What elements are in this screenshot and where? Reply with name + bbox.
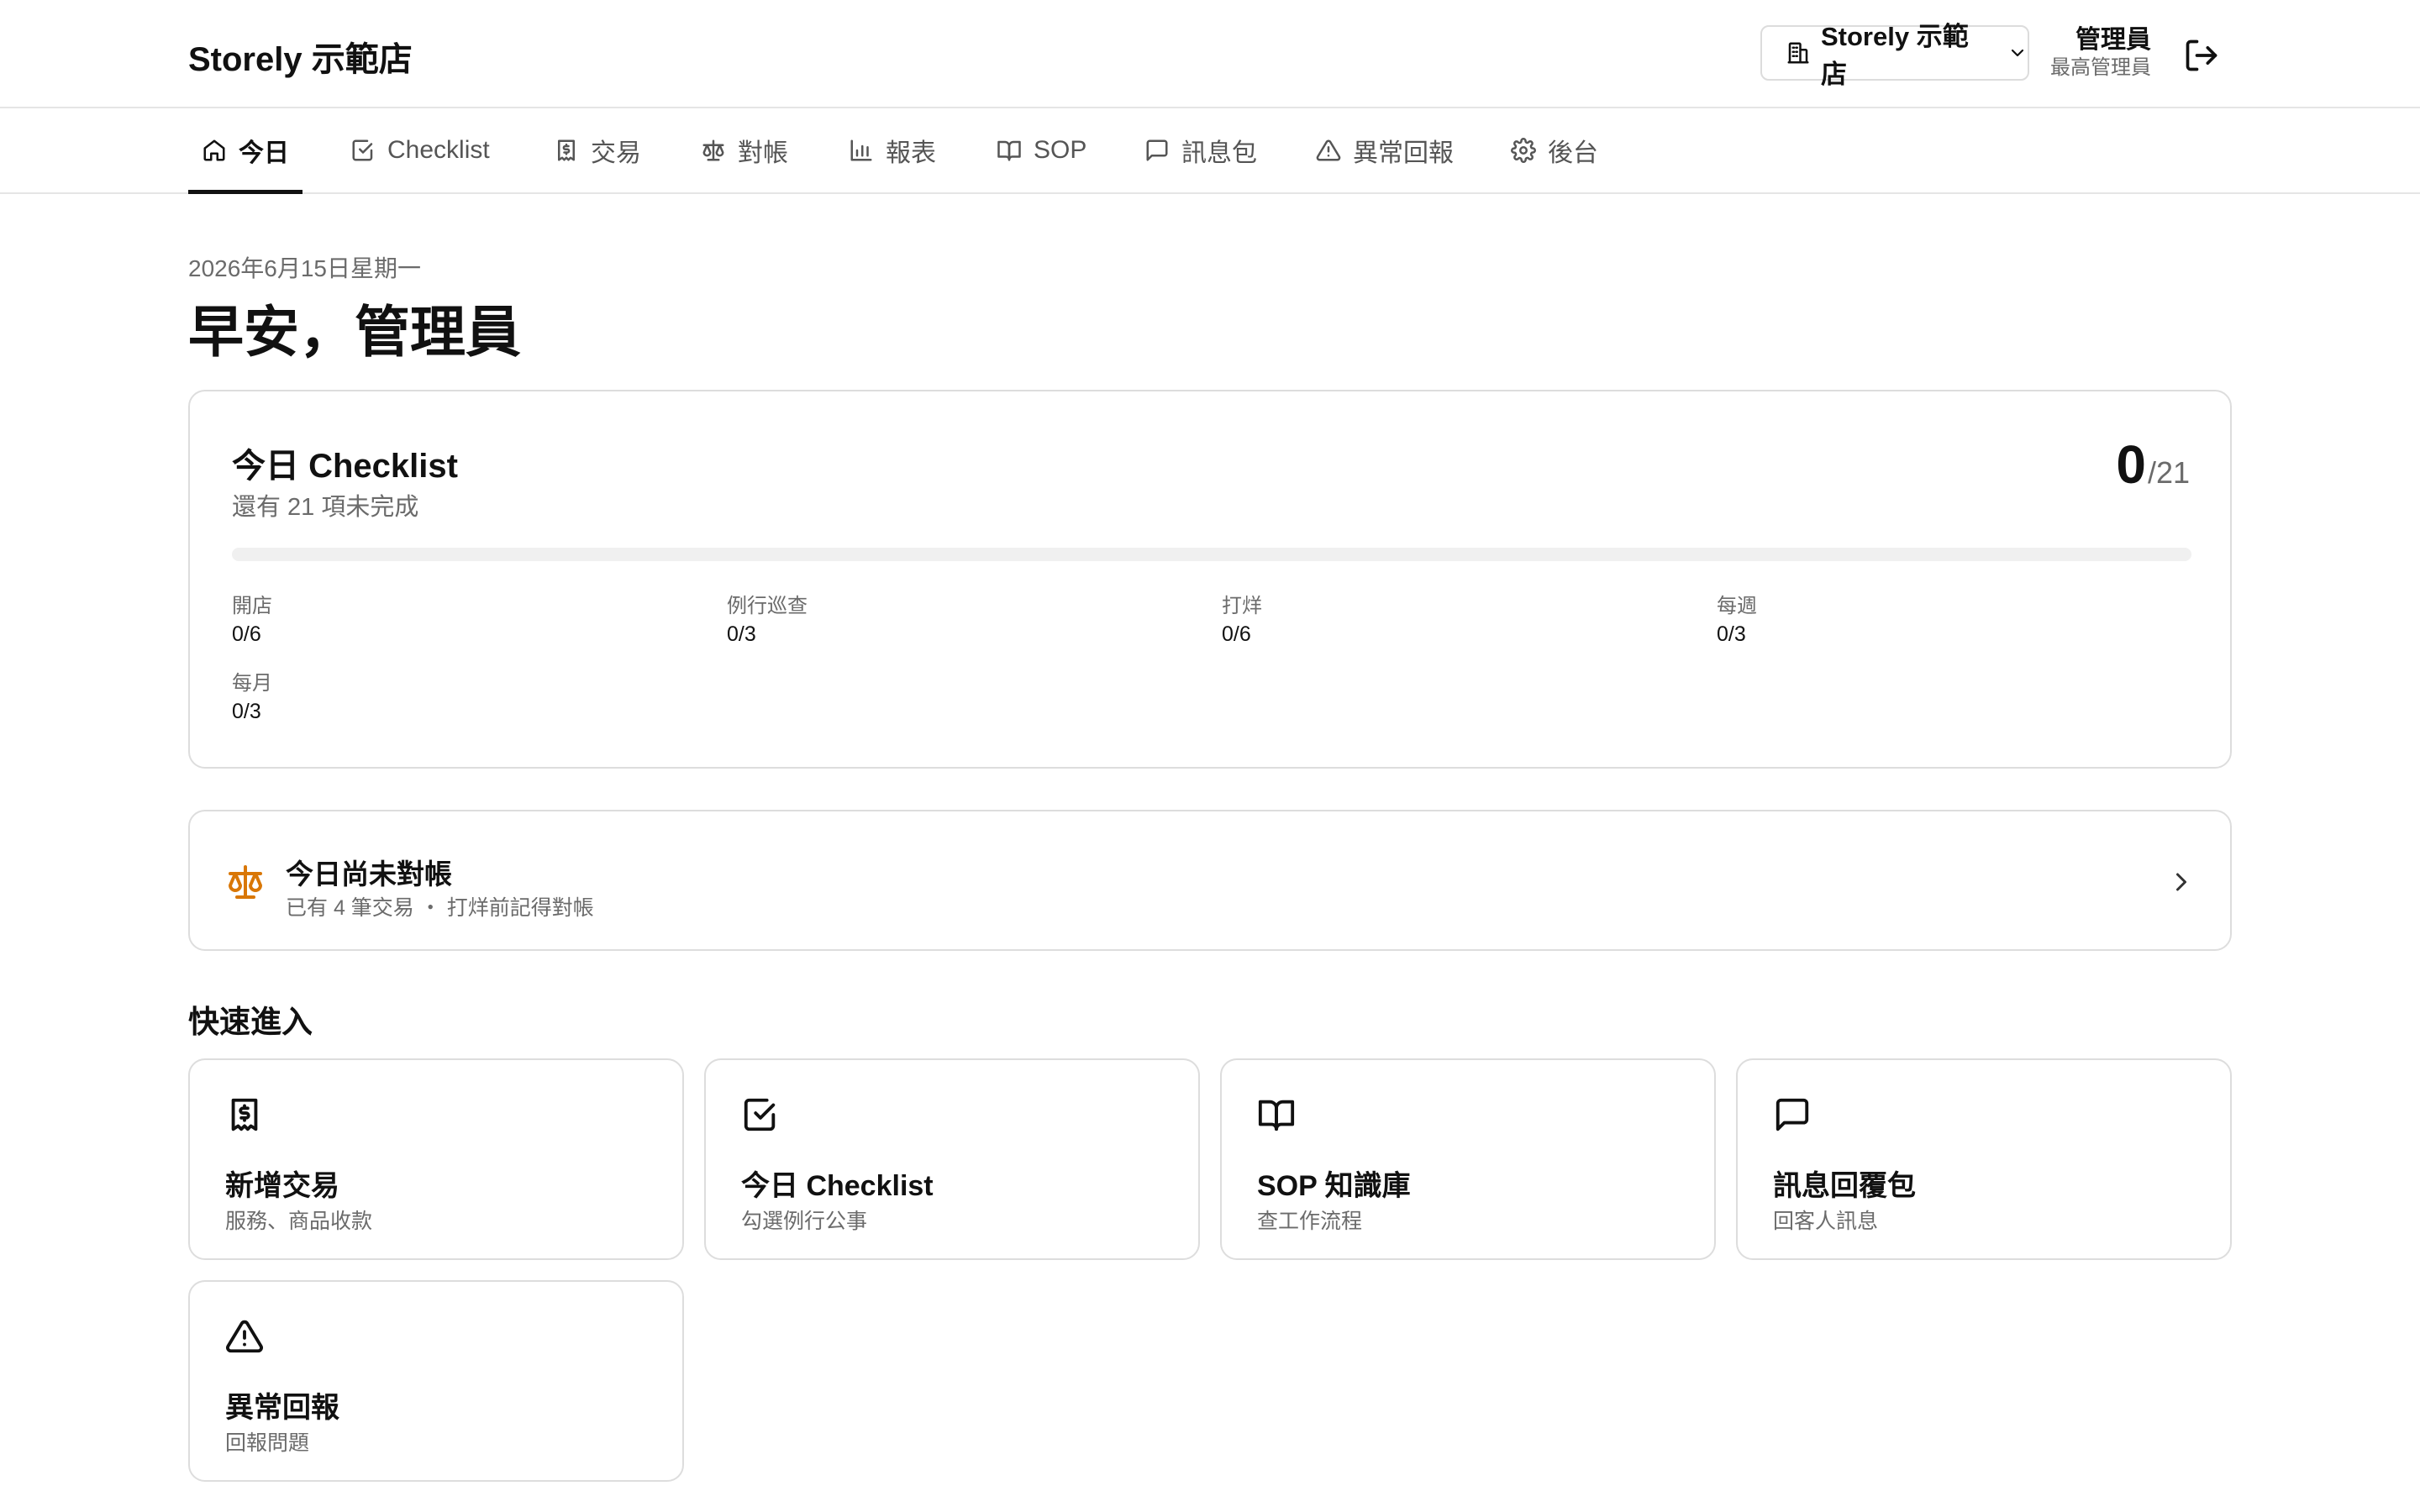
- quick-item-title: 今日 Checklist: [741, 1170, 934, 1202]
- quick-item-subtitle: 回報問題: [225, 1431, 310, 1455]
- store-selector[interactable]: Storely 示範店: [1760, 22, 2029, 89]
- current-date: 2026年6月15日星期一: [188, 255, 422, 281]
- tab-checklist[interactable]: Checklist: [337, 108, 503, 192]
- checklist-done-count: 0: [2116, 434, 2146, 495]
- chevron-right-icon: [2166, 867, 2196, 897]
- gear-icon: [1511, 138, 1536, 163]
- stat-value: 0/6: [1222, 622, 1251, 646]
- tab-label: 今日: [239, 139, 289, 167]
- quick-item-title: 新增交易: [225, 1170, 339, 1202]
- reconciliation-subtitle: 已有 4 筆交易 ・ 打烊前記得對帳: [286, 896, 594, 920]
- quick-item-title: 異常回報: [225, 1392, 339, 1424]
- book-icon: [997, 140, 1021, 161]
- tab-reconciliation[interactable]: 對帳: [687, 108, 802, 192]
- main-nav-tabs: 今日 Checklist 交易 對帳 報表 SOP 訊息包 異常回報 後台: [0, 108, 2420, 194]
- chevron-down-icon: [2007, 43, 2028, 63]
- checkbox-icon: [741, 1095, 780, 1134]
- checklist-title: 今日 Checklist: [232, 448, 458, 485]
- warning-icon: [1316, 139, 1341, 161]
- stat-value: 0/3: [727, 622, 756, 646]
- receipt-icon: [225, 1095, 264, 1134]
- warning-icon: [225, 1317, 264, 1356]
- quick-item-subtitle: 查工作流程: [1257, 1210, 1363, 1233]
- checklist-subtitle: 還有 21 項未完成: [232, 494, 419, 521]
- tab-label: Checklist: [387, 136, 490, 164]
- stat-value: 0/6: [232, 622, 261, 646]
- book-icon: [1257, 1095, 1296, 1134]
- checkbox-icon: [352, 139, 373, 161]
- quick-sop-library[interactable]: SOP 知識庫 查工作流程: [1220, 1058, 1716, 1260]
- bar-chart-icon: [850, 139, 872, 161]
- quick-item-subtitle: 回客人訊息: [1773, 1210, 1879, 1233]
- stat-value: 0/3: [232, 700, 261, 723]
- top-header: Storely 示範店 Storely 示範店 管理員 最高管理員: [0, 0, 2420, 108]
- message-icon: [1146, 139, 1168, 161]
- checklist-stat-monthly[interactable]: 每月 0/3: [232, 670, 272, 726]
- page-title: 早安，管理員: [188, 301, 521, 363]
- scale-icon: [225, 862, 266, 902]
- user-info: 管理員 最高管理員: [2050, 25, 2151, 81]
- tab-label: 訊息包: [1181, 139, 1257, 167]
- tab-label: 對帳: [738, 139, 788, 167]
- tab-reports[interactable]: 報表: [835, 108, 950, 192]
- stat-label: 每月: [232, 672, 272, 695]
- quick-message-replies[interactable]: 訊息回覆包 回客人訊息: [1736, 1058, 2232, 1260]
- building-icon: [1786, 40, 1811, 66]
- user-name: 管理員: [2075, 26, 2151, 54]
- quick-new-transaction[interactable]: 新增交易 服務、商品收款: [188, 1058, 684, 1260]
- tab-label: 報表: [886, 139, 936, 167]
- tab-today[interactable]: 今日: [188, 108, 302, 194]
- quick-incident-report[interactable]: 異常回報 回報問題: [188, 1280, 684, 1482]
- tab-transactions[interactable]: 交易: [540, 108, 655, 192]
- logout-icon[interactable]: [2183, 37, 2220, 74]
- stat-label: 打烊: [1222, 595, 1262, 617]
- stat-label: 開店: [232, 595, 272, 617]
- tab-message-pack[interactable]: 訊息包: [1131, 108, 1270, 192]
- today-checklist-card[interactable]: 今日 Checklist 還有 21 項未完成 0 /21 開店 0/6 例行巡…: [188, 390, 2232, 769]
- brand-name[interactable]: Storely 示範店: [188, 32, 413, 81]
- reconciliation-title: 今日尚未對帳: [286, 858, 452, 890]
- quick-item-title: 訊息回覆包: [1773, 1170, 1916, 1202]
- checklist-count: 0 /21: [2116, 433, 2190, 496]
- checklist-total-count: /21: [2147, 455, 2190, 490]
- message-icon: [1773, 1095, 1812, 1134]
- tab-label: 交易: [591, 139, 641, 167]
- home-icon: [203, 139, 225, 161]
- tab-admin[interactable]: 後台: [1497, 108, 1612, 192]
- tab-label: 後台: [1548, 139, 1598, 167]
- quick-item-subtitle: 勾選例行公事: [741, 1210, 868, 1233]
- tab-label: SOP: [1034, 136, 1087, 164]
- tab-label: 異常回報: [1353, 139, 1454, 167]
- user-role: 最高管理員: [2050, 56, 2151, 79]
- store-selector-label: Storely 示範店: [1821, 22, 1969, 89]
- tab-sop[interactable]: SOP: [983, 108, 1100, 192]
- checklist-stat-closing[interactable]: 打烊 0/6: [1222, 593, 1262, 648]
- checklist-progress-bar: [232, 548, 2191, 561]
- stat-label: 每週: [1717, 595, 1757, 617]
- quick-item-subtitle: 服務、商品收款: [225, 1210, 373, 1233]
- receipt-icon: [558, 139, 575, 161]
- quick-access-title: 快速進入: [188, 1005, 313, 1039]
- scale-icon: [702, 139, 724, 161]
- checklist-stat-patrol[interactable]: 例行巡查 0/3: [727, 593, 808, 648]
- stat-label: 例行巡查: [727, 595, 808, 617]
- quick-item-title: SOP 知識庫: [1257, 1170, 1411, 1202]
- quick-today-checklist[interactable]: 今日 Checklist 勾選例行公事: [704, 1058, 1200, 1260]
- reconciliation-alert-card[interactable]: 今日尚未對帳 已有 4 筆交易 ・ 打烊前記得對帳: [188, 810, 2232, 951]
- checklist-stat-weekly[interactable]: 每週 0/3: [1717, 593, 1757, 648]
- stat-value: 0/3: [1717, 622, 1746, 646]
- tab-incident-report[interactable]: 異常回報: [1302, 108, 1467, 192]
- checklist-stat-opening[interactable]: 開店 0/6: [232, 593, 272, 648]
